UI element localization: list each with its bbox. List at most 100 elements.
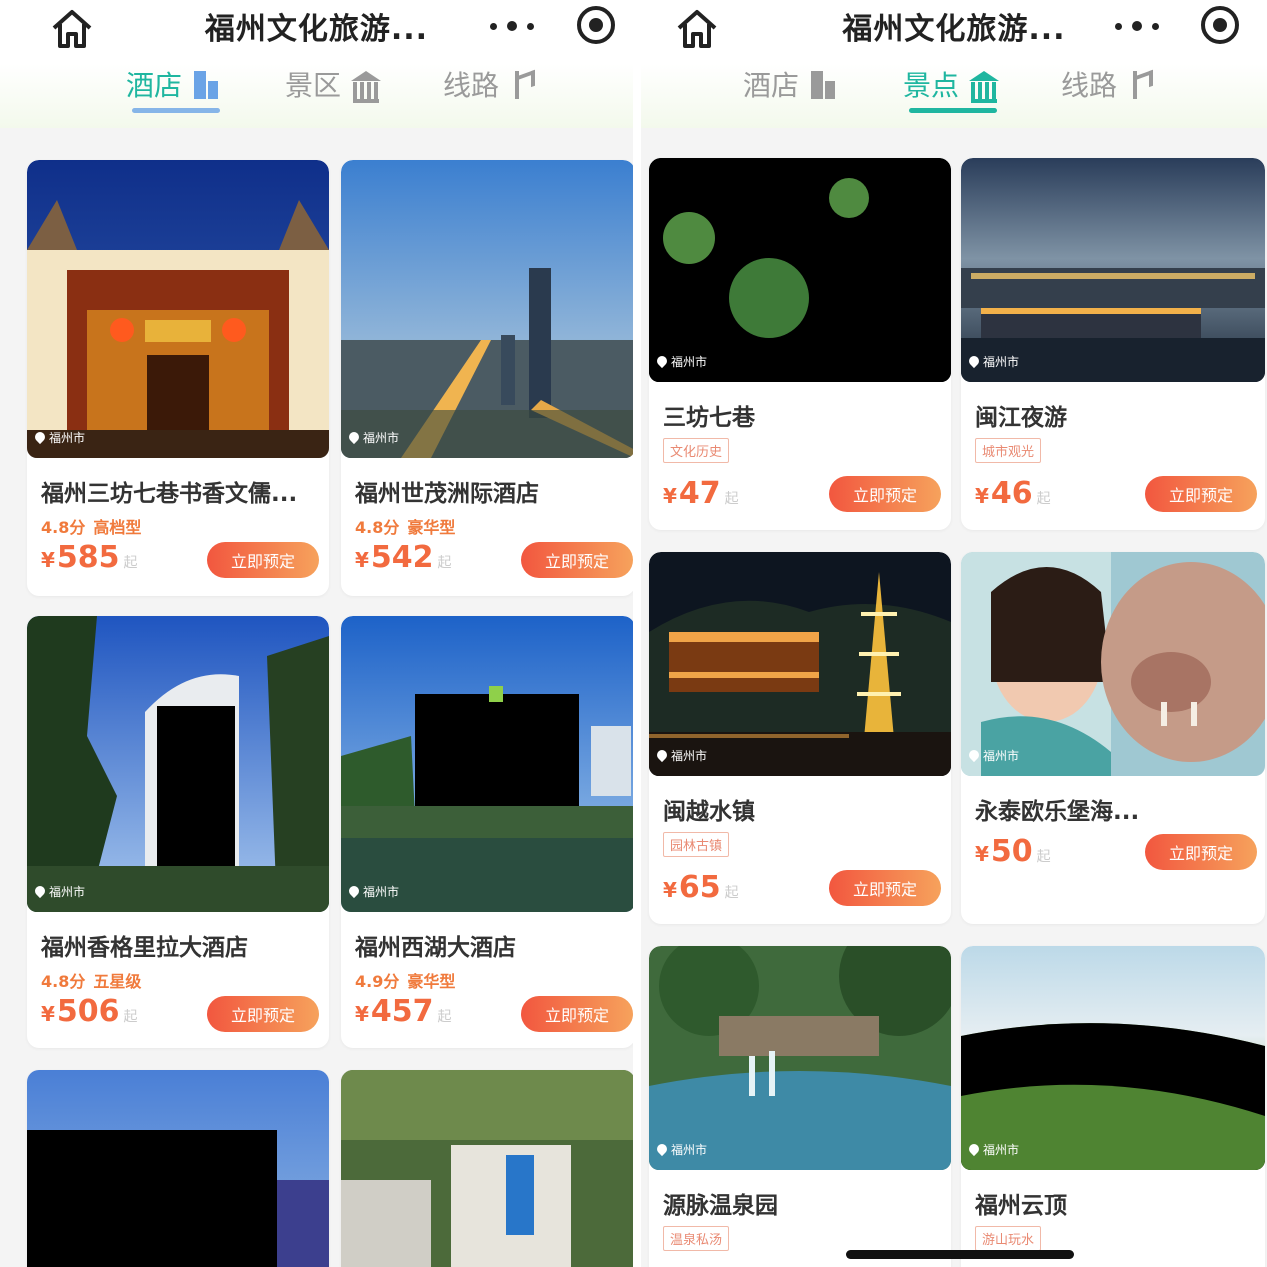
close-target-icon[interactable] — [1201, 6, 1239, 44]
tab-route[interactable]: 线路 — [1061, 64, 1153, 104]
currency: ¥ — [41, 1002, 55, 1026]
tab-label: 酒店 — [743, 69, 800, 102]
price-suffix: 起 — [437, 555, 452, 571]
category-tag: 文化历史 — [663, 438, 730, 463]
price: ¥585 起 — [41, 540, 138, 575]
location-pin-icon — [349, 432, 359, 444]
scenic-name: 福州云顶 — [975, 1193, 1067, 1219]
scenic-card[interactable]: 福州市 源脉温泉园 温泉私汤 — [649, 946, 951, 1267]
page-title: 福州文化旅游... — [842, 12, 1066, 47]
book-now-button[interactable]: 立即预定 — [829, 870, 941, 906]
hotel-image — [341, 616, 633, 912]
location-tag: 福州市 — [969, 353, 1019, 370]
currency: ¥ — [663, 484, 677, 508]
scenic-card[interactable]: 福州市 三坊七巷 文化历史 ¥47 起 立即预定 — [649, 158, 951, 530]
tab-bar: 酒店 景点 线路 — [641, 60, 1267, 120]
tab-indicator — [909, 108, 997, 113]
tab-bar: 酒店 景区 线路 — [0, 60, 633, 120]
tab-scenic[interactable]: 景区 — [285, 64, 382, 104]
scenic-image — [961, 552, 1265, 776]
tab-label: 酒店 — [126, 69, 183, 102]
scenic-name: 闽越水镇 — [663, 799, 755, 825]
price: ¥50 起 — [975, 834, 1051, 869]
category-tag: 游山玩水 — [975, 1226, 1042, 1251]
location-tag: 福州市 — [657, 1141, 707, 1158]
price-value: 506 — [56, 994, 120, 1029]
scenic-card[interactable]: 福州市 福州云顶 游山玩水 — [961, 946, 1265, 1267]
location-tag: 福州市 — [35, 883, 85, 900]
hotel-rating: 4.8分 五星级 — [41, 968, 141, 992]
scenic-image — [961, 158, 1265, 382]
route-icon — [509, 69, 535, 99]
hotel-grade: 豪华型 — [407, 972, 456, 991]
hotel-image — [27, 1070, 329, 1267]
scenic-card[interactable]: 福州市 闽江夜游 城市观光 ¥46 起 立即预定 — [961, 158, 1265, 530]
tab-route[interactable]: 线路 — [443, 64, 535, 104]
price-suffix: 起 — [724, 885, 739, 901]
scenic-image — [649, 946, 951, 1170]
hotel-name: 福州香格里拉大酒店 — [41, 935, 248, 961]
category-tag: 城市观光 — [975, 438, 1042, 463]
location-tag: 福州市 — [35, 429, 85, 446]
price-value: 65 — [678, 870, 721, 905]
hotel-photo: 福州市 — [27, 160, 329, 458]
currency: ¥ — [975, 842, 989, 866]
hotel-card[interactable]: 福州市 福州世茂洲际酒店 4.8分 豪华型 ¥542 起 立即预定 — [341, 160, 633, 596]
tab-scenic[interactable]: 景点 — [903, 64, 1000, 104]
tab-hotel[interactable]: 酒店 — [743, 64, 836, 104]
more-icon[interactable] — [490, 12, 534, 40]
close-target-icon[interactable] — [577, 6, 615, 44]
book-now-button[interactable]: 立即预定 — [829, 476, 941, 512]
hotel-image — [341, 160, 633, 458]
hotel-card[interactable] — [341, 1070, 633, 1267]
book-now-button[interactable]: 立即预定 — [207, 996, 319, 1032]
scenic-image — [649, 552, 951, 776]
scenic-card[interactable]: 福州市 永泰欧乐堡海... ¥50 起 立即预定 — [961, 552, 1265, 924]
hotel-card[interactable]: 福州市 福州西湖大酒店 4.9分 豪华型 ¥457 起 立即预定 — [341, 616, 633, 1048]
book-now-button[interactable]: 立即预定 — [521, 542, 633, 578]
building-icon — [192, 69, 219, 99]
scenic-image — [649, 158, 951, 382]
location-text: 福州市 — [49, 431, 86, 445]
hotel-grade: 五星级 — [93, 972, 142, 991]
tab-hotel[interactable]: 酒店 — [126, 64, 219, 104]
book-now-button[interactable]: 立即预定 — [1145, 834, 1257, 870]
price: ¥47 起 — [663, 476, 739, 511]
currency: ¥ — [663, 878, 677, 902]
book-now-button[interactable]: 立即预定 — [207, 542, 319, 578]
hotel-photo: 福州市 — [27, 616, 329, 912]
currency: ¥ — [41, 548, 55, 572]
hotel-card[interactable]: 福州市 福州香格里拉大酒店 4.8分 五星级 ¥506 起 立即预定 — [27, 616, 329, 1048]
scenic-name: 永泰欧乐堡海... — [975, 799, 1140, 825]
scenic-name: 三坊七巷 — [663, 405, 755, 431]
scenic-name: 闽江夜游 — [975, 405, 1067, 431]
rating-score: 4.9分 — [355, 972, 400, 991]
scenic-card[interactable]: 福州市 闽越水镇 园林古镇 ¥65 起 立即预定 — [649, 552, 951, 924]
hotel-card[interactable] — [27, 1070, 329, 1267]
location-pin-icon — [969, 1144, 979, 1156]
hotel-image — [27, 616, 329, 912]
header-bar: 福州文化旅游... 酒店 景区 线路 — [0, 0, 633, 128]
location-text: 福州市 — [49, 885, 86, 899]
hotel-image — [27, 160, 329, 458]
hotel-card[interactable]: 福州市 福州三坊七巷书香文儒... 4.8分 高档型 ¥585 起 立即预定 — [27, 160, 329, 596]
hotel-rating: 4.8分 高档型 — [41, 514, 141, 538]
price-suffix: 起 — [724, 491, 739, 507]
price-suffix: 起 — [123, 1009, 138, 1025]
book-now-button[interactable]: 立即预定 — [521, 996, 633, 1032]
bank-icon — [351, 69, 382, 103]
location-tag: 福州市 — [657, 747, 707, 764]
price-value: 585 — [56, 540, 120, 575]
building-icon — [809, 69, 836, 99]
scenic-photo: 福州市 — [961, 552, 1265, 776]
scenic-photo: 福州市 — [961, 158, 1265, 382]
home-indicator[interactable] — [846, 1250, 1074, 1259]
hotel-grade: 豪华型 — [407, 518, 456, 537]
hotel-name: 福州西湖大酒店 — [355, 935, 516, 961]
hotel-image — [341, 1070, 633, 1267]
rating-score: 4.8分 — [41, 972, 86, 991]
hotel-photo: 福州市 — [341, 160, 633, 458]
book-now-button[interactable]: 立即预定 — [1145, 476, 1257, 512]
more-icon[interactable] — [1115, 12, 1159, 40]
price-suffix: 起 — [437, 1009, 452, 1025]
